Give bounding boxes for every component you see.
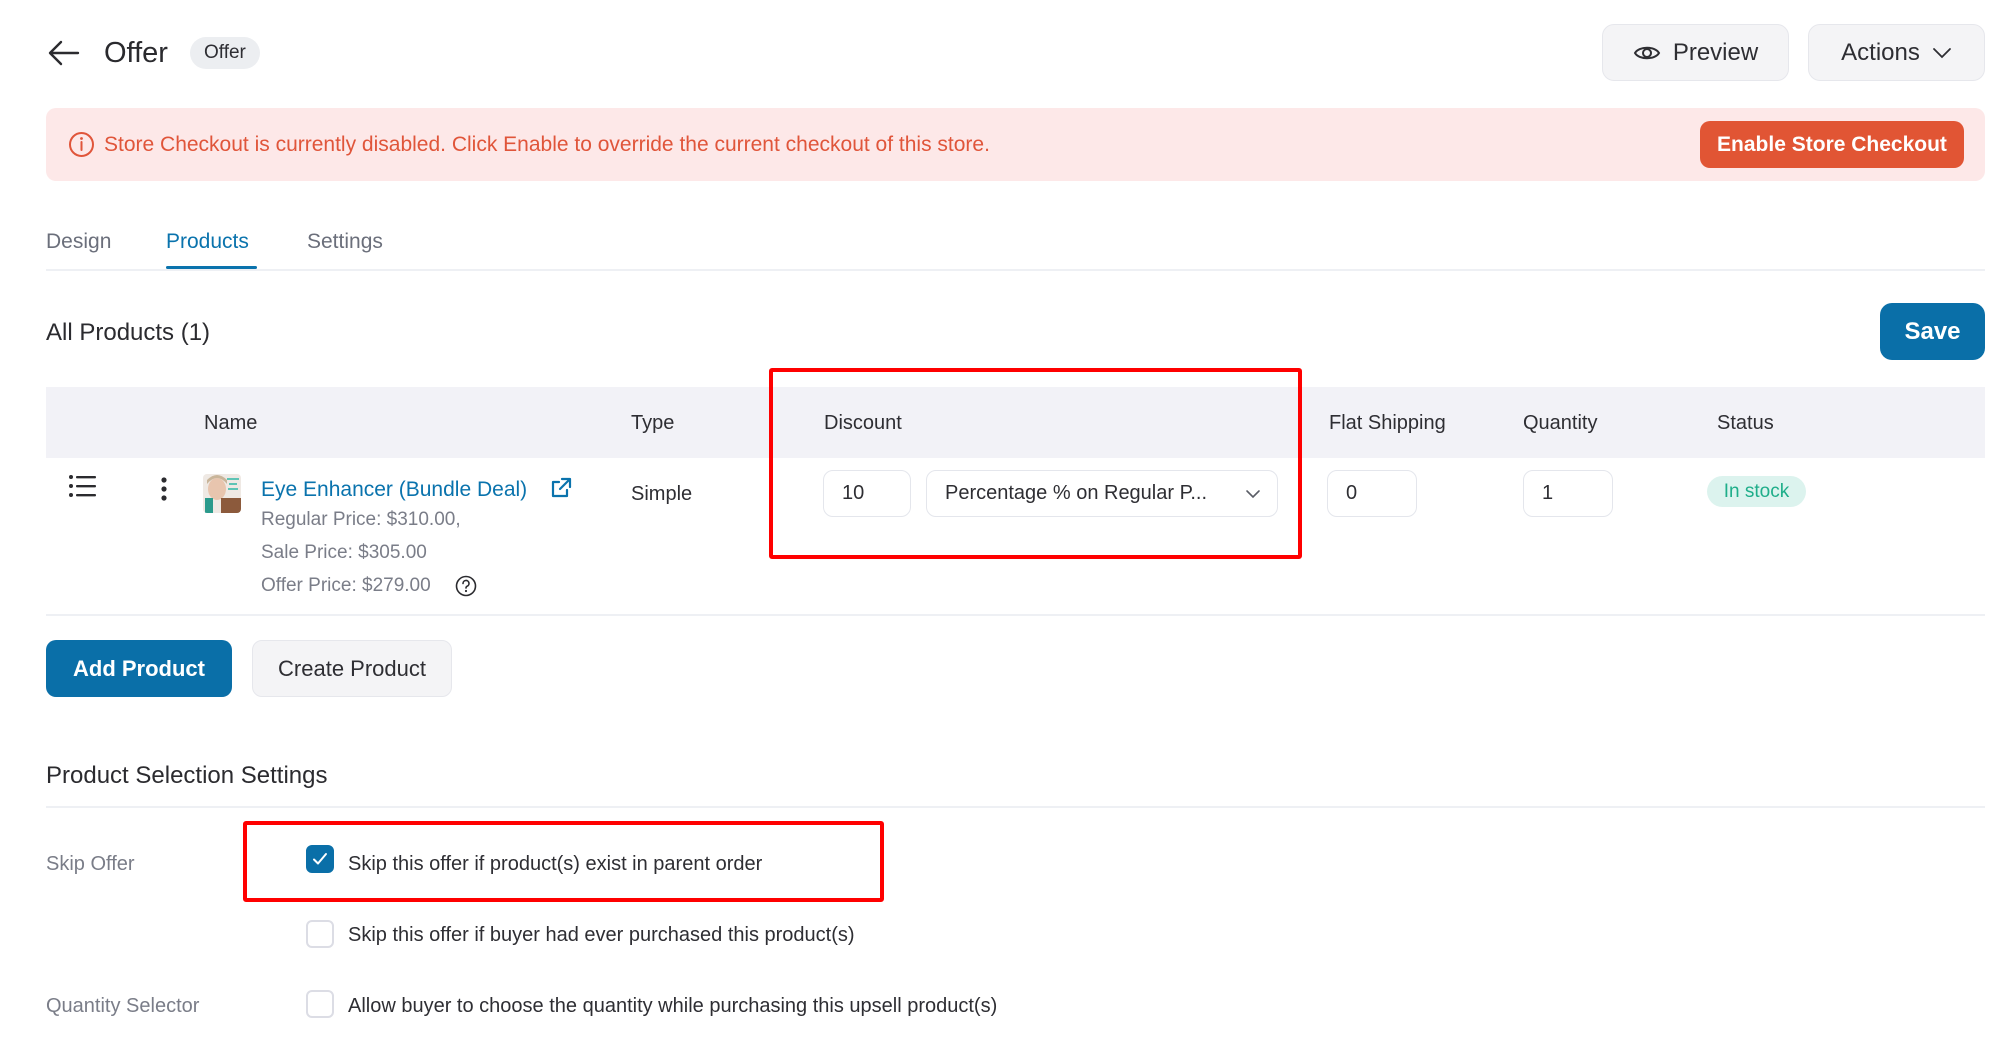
offer-price: Offer Price: $279.00 [261,575,431,596]
all-products-title: All Products (1) [46,319,211,346]
checkmark-icon [313,853,327,865]
table-header [46,387,1985,458]
more-vertical-icon[interactable] [155,476,173,502]
chevron-down-icon [1932,47,1951,58]
product-type: Simple [631,483,693,505]
product-name-link[interactable]: Eye Enhancer (Bundle Deal) [261,476,527,503]
column-header-quantity: Quantity [1523,412,1598,434]
back-button[interactable] [46,36,82,70]
create-product-button[interactable]: Create Product [252,640,452,697]
page-title: Offer [104,37,168,69]
allow-quantity-choice-label[interactable]: Allow buyer to choose the quantity while… [348,993,997,1019]
enable-store-checkout-button[interactable]: Enable Store Checkout [1700,121,1964,168]
skip-if-in-parent-order-checkbox[interactable] [306,845,334,873]
info-icon [69,132,94,157]
quantity-selector-label: Quantity Selector [46,995,200,1017]
column-header-flat-shipping: Flat Shipping [1329,412,1446,434]
actions-dropdown[interactable]: Actions [1808,24,1985,81]
quantity-value: 1 [1542,482,1554,504]
banner-message: Store Checkout is currently disabled. Cl… [104,133,990,156]
type-badge: Offer [190,37,260,69]
chevron-down-icon [1246,489,1260,498]
discount-value: 10 [842,482,865,504]
column-header-type: Type [631,412,675,434]
sale-price: Sale Price: $305.00 [261,542,427,563]
column-header-name: Name [204,412,258,434]
discount-type-select[interactable]: Percentage % on Regular P... [926,470,1278,517]
help-icon[interactable] [455,575,477,597]
save-button[interactable]: Save [1880,303,1985,360]
tab-design[interactable]: Design [46,228,111,256]
column-header-discount: Discount [824,412,902,434]
product-thumbnail [203,474,241,513]
skip-if-purchased-before-checkbox[interactable] [306,920,334,948]
regular-price: Regular Price: $310.00, [261,509,461,530]
product-selection-settings-title: Product Selection Settings [46,762,328,789]
drag-handle-icon[interactable] [68,474,98,498]
external-link-icon[interactable] [549,476,573,500]
flat-shipping-input[interactable]: 0 [1327,470,1417,517]
settings-divider [46,806,1985,808]
active-tab-indicator [166,266,257,269]
skip-if-in-parent-order-label[interactable]: Skip this offer if product(s) exist in p… [348,851,762,877]
skip-offer-label: Skip Offer [46,853,135,875]
eye-icon [1633,46,1660,59]
preview-button[interactable]: Preview [1602,24,1789,81]
arrow-left-icon [48,40,80,66]
skip-if-purchased-before-label[interactable]: Skip this offer if buyer had ever purcha… [348,922,855,948]
quantity-input[interactable]: 1 [1523,470,1613,517]
actions-label: Actions [1841,38,1920,66]
discount-value-input[interactable]: 10 [823,470,911,517]
tab-settings[interactable]: Settings [307,228,383,256]
flat-shipping-value: 0 [1346,482,1358,504]
discount-type-value: Percentage % on Regular P... [945,482,1208,504]
tab-products[interactable]: Products [166,228,249,256]
preview-label: Preview [1672,38,1759,66]
status-badge: In stock [1707,476,1806,507]
allow-quantity-choice-checkbox[interactable] [306,990,334,1018]
add-product-button[interactable]: Add Product [46,640,232,697]
tabs-divider [46,269,1985,271]
row-divider [46,614,1985,616]
column-header-status: Status [1717,412,1774,434]
